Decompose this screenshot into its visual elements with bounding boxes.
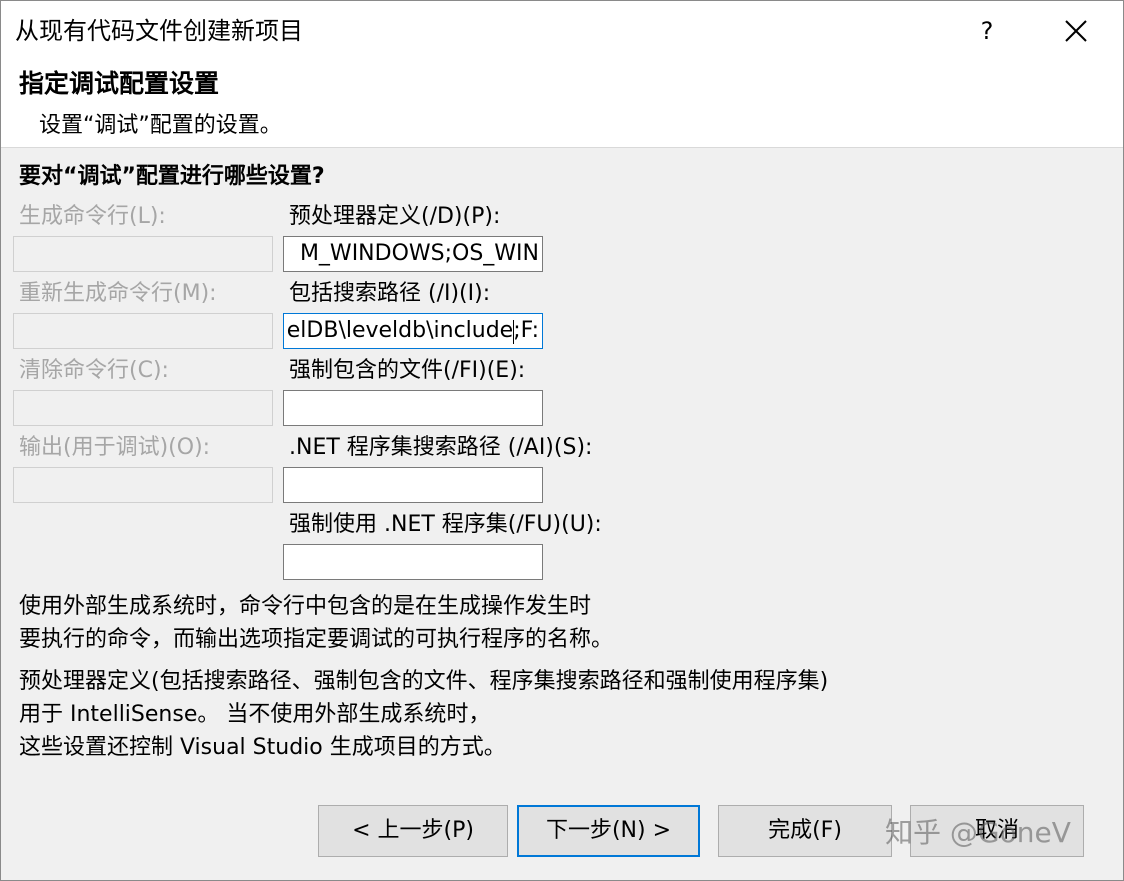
back-button[interactable]: < 上一步(P) [318,805,508,857]
forced-using-label: 强制使用 .NET 程序集(/FU)(U): [289,512,602,537]
page-subtitle: 设置“调试”配置的设置。 [39,113,282,138]
close-icon [1065,20,1087,42]
include-path-input[interactable]: elDB\leveldb\include;F: [283,313,543,349]
clean-command-label: 清除命令行(C): [19,358,169,383]
preprocessor-definitions-value: M_WINDOWS;OS_WIN [299,241,539,266]
description-line-5: 这些设置还控制 Visual Studio 生成项目的方式。 [19,735,506,760]
rebuild-command-input [13,313,273,349]
text-caret [513,320,514,344]
output-label: 输出(用于调试)(O): [19,435,211,460]
include-path-value: elDB\leveldb\include;F: [286,318,539,343]
description-line-3: 预处理器定义(包括搜索路径、强制包含的文件、程序集搜索路径和强制使用程序集) [19,669,829,694]
preprocessor-definitions-input[interactable]: M_WINDOWS;OS_WIN [283,236,543,272]
build-command-input [13,236,273,272]
description-line-1: 使用外部生成系统时，命令行中包含的是在生成操作发生时 [19,594,592,619]
watermark: 知乎 @GoneV [885,816,1071,849]
finish-button[interactable]: 完成(F) [718,805,892,857]
forced-using-input[interactable] [283,544,543,580]
include-path-label: 包括搜索路径 (/I)(I): [289,281,491,306]
header-panel: 指定调试配置设置 设置“调试”配置的设置。 [1,61,1123,148]
clean-command-input [13,390,273,426]
assembly-search-path-label: .NET 程序集搜索路径 (/AI)(S): [289,435,593,460]
rebuild-command-label: 重新生成命令行(M): [19,281,217,306]
description-line-2: 要执行的命令，而输出选项指定要调试的可执行程序的名称。 [19,627,614,652]
next-button[interactable]: 下一步(N) > [517,805,700,857]
help-button[interactable]: ? [967,9,1007,53]
forced-include-input[interactable] [283,390,543,426]
settings-question: 要对“调试”配置进行哪些设置? [19,164,325,189]
title-bar: 从现有代码文件创建新项目 ? [1,1,1123,61]
description-line-4: 用于 IntelliSense。 当不使用外部生成系统时， [19,702,491,727]
preprocessor-definitions-label: 预处理器定义(/D)(P): [289,204,501,229]
forced-include-label: 强制包含的文件(/FI)(E): [289,358,526,383]
window-title: 从现有代码文件创建新项目 [15,17,303,45]
build-command-label: 生成命令行(L): [19,204,166,229]
page-title: 指定调试配置设置 [19,69,220,98]
output-input [13,467,273,503]
new-project-dialog: 从现有代码文件创建新项目 ? 指定调试配置设置 设置“调试”配置的设置。 要对“… [0,0,1124,881]
close-button[interactable] [1049,9,1103,53]
assembly-search-path-input[interactable] [283,467,543,503]
